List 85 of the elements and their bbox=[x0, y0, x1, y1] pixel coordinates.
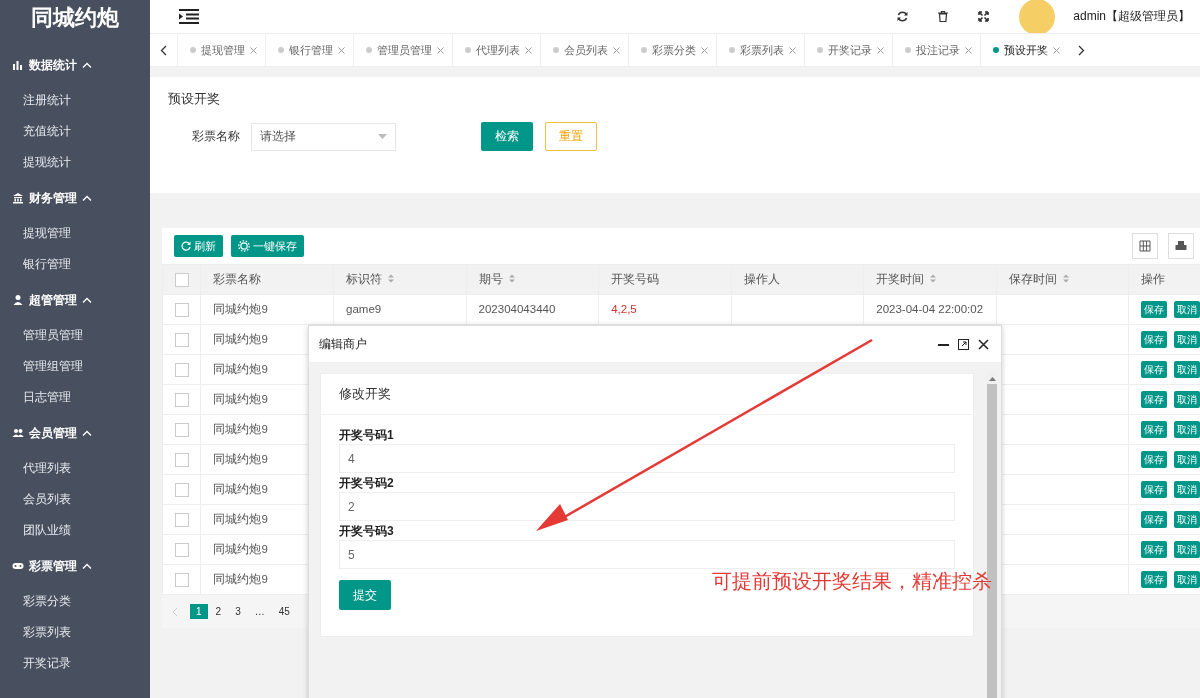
input-field[interactable]: 4 bbox=[339, 444, 955, 473]
save-button[interactable]: 保存 bbox=[1141, 511, 1168, 528]
sidebar-item[interactable]: 银行管理 bbox=[0, 249, 150, 280]
page-link[interactable]: 45 bbox=[272, 604, 296, 619]
sidebar-group[interactable]: 彩票管理 bbox=[0, 546, 150, 586]
sidebar-item[interactable]: 会员列表 bbox=[0, 484, 150, 515]
column-header: 彩票名称 bbox=[200, 264, 334, 295]
cancel-button[interactable]: 取消 bbox=[1174, 451, 1200, 468]
table-cell: 4,2,5 bbox=[598, 294, 732, 325]
column-header: 开奖时间 bbox=[863, 264, 997, 295]
sidebar-item[interactable]: 充值统计 bbox=[0, 116, 150, 147]
tab[interactable]: 提现管理 bbox=[177, 34, 265, 66]
save-button[interactable]: 保存 bbox=[1141, 421, 1168, 438]
sidebar-item[interactable]: 团队业绩 bbox=[0, 515, 150, 546]
table-cell: 2023-04-04 22:00:02 bbox=[863, 294, 997, 325]
field-label: 彩票名称 bbox=[192, 128, 240, 145]
cancel-button[interactable]: 取消 bbox=[1174, 301, 1200, 318]
page-link[interactable]: … bbox=[248, 604, 271, 619]
column-header: 标识符 bbox=[333, 264, 467, 295]
sidebar-group[interactable]: 数据统计 bbox=[0, 45, 150, 85]
select-field[interactable]: 请选择 bbox=[251, 122, 396, 151]
tab[interactable]: 预设开奖 bbox=[980, 34, 1068, 66]
sidebar-item[interactable]: 管理员管理 bbox=[0, 320, 150, 351]
page-link[interactable]: 2 bbox=[209, 604, 228, 619]
tab[interactable]: 投注记录 bbox=[892, 34, 980, 66]
app-logo: 同城约炮 bbox=[30, 4, 120, 32]
sidebar-group[interactable]: 会员管理 bbox=[0, 413, 150, 453]
save-button[interactable]: 保存 bbox=[1141, 331, 1168, 348]
column-header: 开奖号码 bbox=[598, 264, 732, 295]
save-button[interactable]: 保存 bbox=[1141, 301, 1168, 318]
sidebar-item[interactable]: 日志管理 bbox=[0, 382, 150, 413]
column-header: 保存时间 bbox=[996, 264, 1129, 295]
sidebar-item[interactable]: 彩票列表 bbox=[0, 617, 150, 648]
column-header: 操作人 bbox=[731, 264, 864, 295]
table-cell: 同城约炮9 bbox=[200, 294, 334, 325]
cancel-button[interactable]: 取消 bbox=[1174, 331, 1200, 348]
field-label: 开奖号码3 bbox=[339, 523, 395, 540]
form-heading: 修改开奖 bbox=[321, 374, 973, 415]
user-name[interactable]: admin【超级管理员】 bbox=[1073, 8, 1190, 25]
sidebar-item[interactable]: 彩票分类 bbox=[0, 586, 150, 617]
sidebar-group[interactable]: 超管管理 bbox=[0, 280, 150, 320]
tab[interactable]: 彩票分类 bbox=[628, 34, 716, 66]
field-label: 开奖号码2 bbox=[339, 475, 395, 492]
cancel-button[interactable]: 取消 bbox=[1174, 571, 1200, 588]
cancel-button[interactable]: 取消 bbox=[1174, 511, 1200, 528]
tab[interactable]: 会员列表 bbox=[540, 34, 628, 66]
sidebar-group[interactable]: 财务管理 bbox=[0, 178, 150, 218]
search-button[interactable]: 检索 bbox=[481, 122, 533, 151]
table-cell: 202304043440 bbox=[466, 294, 599, 325]
tab[interactable]: 开奖记录 bbox=[804, 34, 892, 66]
sidebar-item[interactable]: 提现统计 bbox=[0, 147, 150, 178]
submit-button[interactable]: 提交 bbox=[339, 580, 391, 610]
input-field[interactable]: 5 bbox=[339, 540, 955, 569]
cancel-button[interactable]: 取消 bbox=[1174, 361, 1200, 378]
cancel-button[interactable]: 取消 bbox=[1174, 391, 1200, 408]
annotation-text: 可提前预设开奖结果，精准控杀 bbox=[712, 569, 992, 594]
dialog-title: 编辑商户 bbox=[319, 336, 367, 352]
page-link[interactable]: 3 bbox=[229, 604, 247, 619]
page-title: 预设开奖 bbox=[167, 91, 221, 108]
cancel-button[interactable]: 取消 bbox=[1174, 481, 1200, 498]
save-button[interactable]: 保存 bbox=[1141, 361, 1168, 378]
tab[interactable]: 代理列表 bbox=[452, 34, 540, 66]
table-cell: game9 bbox=[333, 294, 467, 325]
sidebar-item[interactable]: 注册统计 bbox=[0, 85, 150, 116]
tab[interactable]: 银行管理 bbox=[265, 34, 353, 66]
save-all-button[interactable]: 一键保存 bbox=[231, 235, 304, 257]
sidebar-item[interactable]: 代理列表 bbox=[0, 453, 150, 484]
column-header: 期号 bbox=[466, 264, 599, 295]
save-button[interactable]: 保存 bbox=[1141, 571, 1168, 588]
sidebar-item[interactable]: 管理组管理 bbox=[0, 351, 150, 382]
save-button[interactable]: 保存 bbox=[1141, 391, 1168, 408]
sidebar-item[interactable]: 提现管理 bbox=[0, 218, 150, 249]
refresh-button[interactable]: 刷新 bbox=[174, 235, 223, 257]
save-button[interactable]: 保存 bbox=[1141, 541, 1168, 558]
page-link[interactable]: 1 bbox=[190, 604, 208, 619]
tab[interactable]: 管理员管理 bbox=[353, 34, 452, 66]
cancel-button[interactable]: 取消 bbox=[1174, 421, 1200, 438]
save-button[interactable]: 保存 bbox=[1141, 451, 1168, 468]
field-label: 开奖号码1 bbox=[339, 427, 395, 444]
input-field[interactable]: 2 bbox=[339, 492, 955, 521]
save-button[interactable]: 保存 bbox=[1141, 481, 1168, 498]
tab[interactable]: 彩票列表 bbox=[716, 34, 804, 66]
column-header: 操作 bbox=[1128, 264, 1200, 295]
cancel-button[interactable]: 取消 bbox=[1174, 541, 1200, 558]
sidebar-item[interactable]: 开奖记录 bbox=[0, 648, 150, 679]
